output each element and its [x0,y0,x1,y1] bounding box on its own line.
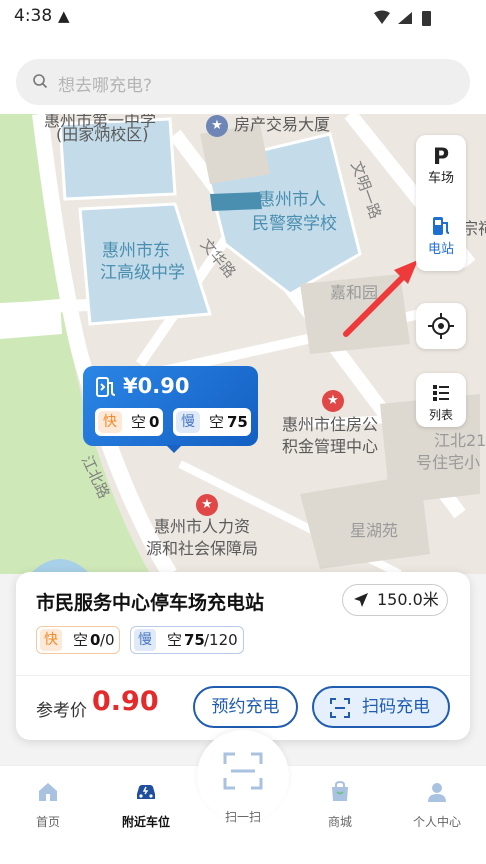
fast-total: /0 [100,631,115,649]
map-label-hr-sub: 源和社会保障局 [146,539,259,558]
tab-home[interactable]: 首页 [8,780,88,830]
map-label-school2: 惠州市东 [102,241,170,261]
list-view-label: 列表 [428,408,453,422]
layer-switcher: P 车场 电站 [416,135,466,271]
navigation-icon [354,593,368,607]
map-label-police-school: 惠州市人 [258,190,326,210]
map-label-school2-sub: 江高级中学 [100,263,185,283]
slow-count: 75 [227,413,248,431]
slow-label: 空 [167,631,183,649]
map-label-hr: 惠州市人力资 [154,517,251,536]
tab-mall-label: 商城 [327,815,352,829]
map-base [0,114,486,574]
parking-icon: P [432,145,450,170]
tab-home-label: 首页 [35,815,60,829]
price-value: 0.90 [92,686,159,717]
fast-availability: 快 空 0 /0 [36,626,120,654]
fast-free: 0 [90,631,101,649]
slow-label: 空 [209,413,225,431]
clock: 4:38 [14,6,53,26]
warning-icon: ▲ [58,7,70,25]
tab-profile[interactable]: 个人中心 [397,780,477,830]
locate-button[interactable] [416,303,466,349]
fuel-pump-icon [96,377,116,397]
scan-icon [330,698,350,718]
station-card[interactable]: 市民服务中心停车场充电站 150.0米 快 空 0 /0 慢 空 75 /120… [16,572,470,740]
list-view-button[interactable]: 列表 [416,373,466,427]
tab-nearby-label: 附近车位 [121,815,170,829]
station-name: 市民服务中心停车场充电站 [36,592,265,614]
map-label-housing-sub: 积金管理中心 [282,437,379,456]
home-icon [39,783,57,801]
charging-station-icon [433,217,450,235]
slow-tag: 慢 [176,411,200,433]
annotation-arrow-icon [343,260,418,337]
parking-layer-button[interactable]: P 车场 [416,145,466,187]
marker-pointer [166,445,182,453]
card-divider [16,675,470,676]
car-icon [137,785,155,799]
map-label-xinghu: 星湖苑 [350,521,399,540]
map-label-police-school-sub: 民警察学校 [252,214,337,234]
list-icon [433,385,449,401]
marker-price: ¥0.90 [123,374,190,398]
slow-tag: 慢 [134,629,156,651]
map-label-building: 房产交易大厦 [234,115,331,134]
star-poi-icon: ★ [322,390,344,412]
tab-profile-label: 个人中心 [412,815,461,829]
star-poi-icon: ★ [206,115,228,137]
slow-free: 75 [184,631,205,649]
marker-slow-chip: 慢 空 75 [173,408,251,436]
system-status-icons [374,10,431,26]
fast-label: 空 [73,631,89,649]
station-map-marker[interactable]: ¥0.90 快 空 0 慢 空 75 [83,366,258,453]
crosshair-icon [428,313,454,339]
scan-charge-button[interactable]: 扫码充电 [312,686,450,728]
distance-badge[interactable]: 150.0米 [342,584,448,616]
search-icon [33,74,48,89]
tab-nearby[interactable]: 附近车位 [106,780,186,830]
scan-charge-label: 扫码充电 [362,697,430,717]
tab-mall[interactable]: 商城 [300,780,380,830]
slow-availability: 慢 空 75 /120 [130,626,244,654]
parking-layer-label: 车场 [427,171,454,186]
search-placeholder: 想去哪充电? [58,76,153,96]
status-bar: 4:38 ▲ [0,0,486,34]
price-label: 参考价 [36,701,87,721]
fast-tag: 快 [40,629,62,651]
user-icon [428,783,446,802]
map-view[interactable]: 惠州市第一中学 (田家炳校区) ★ 房产交易大厦 文明一路 惠州市人 民警察学校… [0,114,486,574]
tab-scan-label: 扫一扫 [224,810,261,824]
map-label-jiangbei-sub: 号住宅小 [416,453,481,472]
map-label-jiangbei: 江北21 [434,431,486,450]
marker-fast-chip: 快 空 0 [95,408,163,436]
map-label-housing: 惠州市住房公 [282,415,379,434]
slow-total: /120 [204,631,238,649]
fast-tag: 快 [98,411,122,433]
fast-count: 0 [149,413,160,431]
reserve-charge-button[interactable]: 预约充电 [193,686,298,728]
search-bar[interactable]: 想去哪充电? [16,59,470,105]
map-label-school1-sub: (田家炳校区) [56,125,149,144]
scan-icon [223,752,263,790]
distance-text: 150.0米 [377,590,439,609]
bag-icon [332,780,348,801]
station-layer-label: 电站 [427,242,454,257]
fast-label: 空 [131,413,147,431]
station-layer-button[interactable]: 电站 [416,215,466,258]
star-poi-icon: ★ [196,494,218,516]
